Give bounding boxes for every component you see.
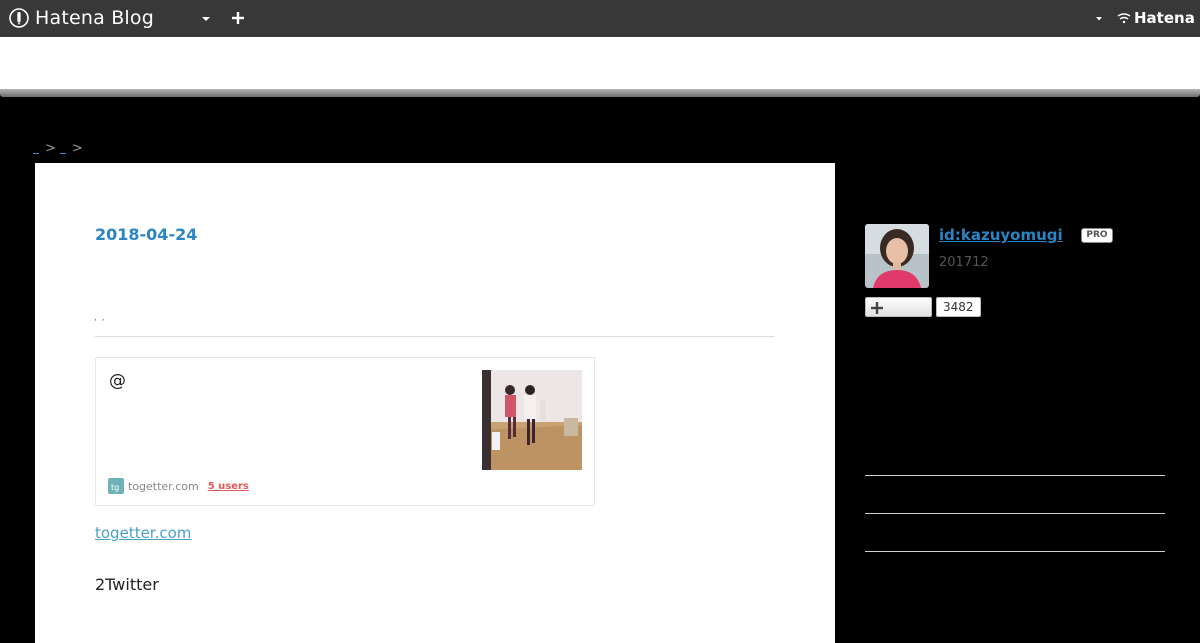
entry-content-panel: 2018-04-24 , , @ tg togetter.com 5 users… [35,163,835,643]
embed-card-title[interactable]: @ [109,371,126,391]
breadcrumb: > > [33,141,87,156]
follow-button[interactable] [865,297,932,317]
breadcrumb-separator: > [45,141,56,156]
pro-badge: PRO [1081,228,1113,243]
bookmark-users-link[interactable]: 5 users [208,481,249,492]
embed-card-thumbnail[interactable] [482,370,582,470]
breadcrumb-separator: > [71,141,83,156]
entry-divider [95,336,775,337]
profile-id-link[interactable]: id:kazuyomugi [939,226,1063,244]
togetter-favicon-icon: tg [108,478,124,494]
global-header: Hatena Blog Hatena [0,0,1200,37]
breadcrumb-link-category[interactable] [59,144,66,154]
entry-date[interactable]: 2018-04-24 [95,225,197,244]
source-link[interactable]: togetter.com [95,524,191,542]
chevron-down-icon[interactable] [201,14,211,24]
breadcrumb-link-home[interactable] [33,144,39,154]
entry-title[interactable]: , , [94,313,106,323]
user-menu-chevron-icon[interactable] [1094,14,1104,24]
hatena-blog-brand[interactable]: Hatena Blog [9,6,154,30]
embed-card-footer: tg togetter.com 5 users [108,478,249,494]
hatena-blog-icon [9,8,29,28]
sidebar-divider [865,475,1165,476]
embed-card[interactable]: @ tg togetter.com 5 users [95,357,595,506]
brand-name: Hatena Blog [35,7,154,29]
avatar-image [865,224,929,288]
header-divider [0,89,1200,97]
hatena-logo-text: Hatena [1134,9,1195,27]
hatena-logo-icon [1117,13,1131,24]
blog-header [0,37,1200,89]
follower-count[interactable]: 3482 [936,297,981,317]
embed-card-domain: togetter.com [128,479,199,493]
sidebar-divider [865,551,1165,552]
hatena-logo-link[interactable]: Hatena [1117,9,1195,27]
svg-text:tg: tg [111,483,119,492]
avatar[interactable] [865,224,929,288]
sidebar-divider [865,513,1165,514]
profile-since: 201712 [939,255,989,270]
plus-icon [871,302,883,314]
thumbnail-image [482,370,582,470]
add-entry-button[interactable] [232,10,246,26]
plus-icon [232,12,244,24]
entry-paragraph: 2Twitter [95,575,159,594]
